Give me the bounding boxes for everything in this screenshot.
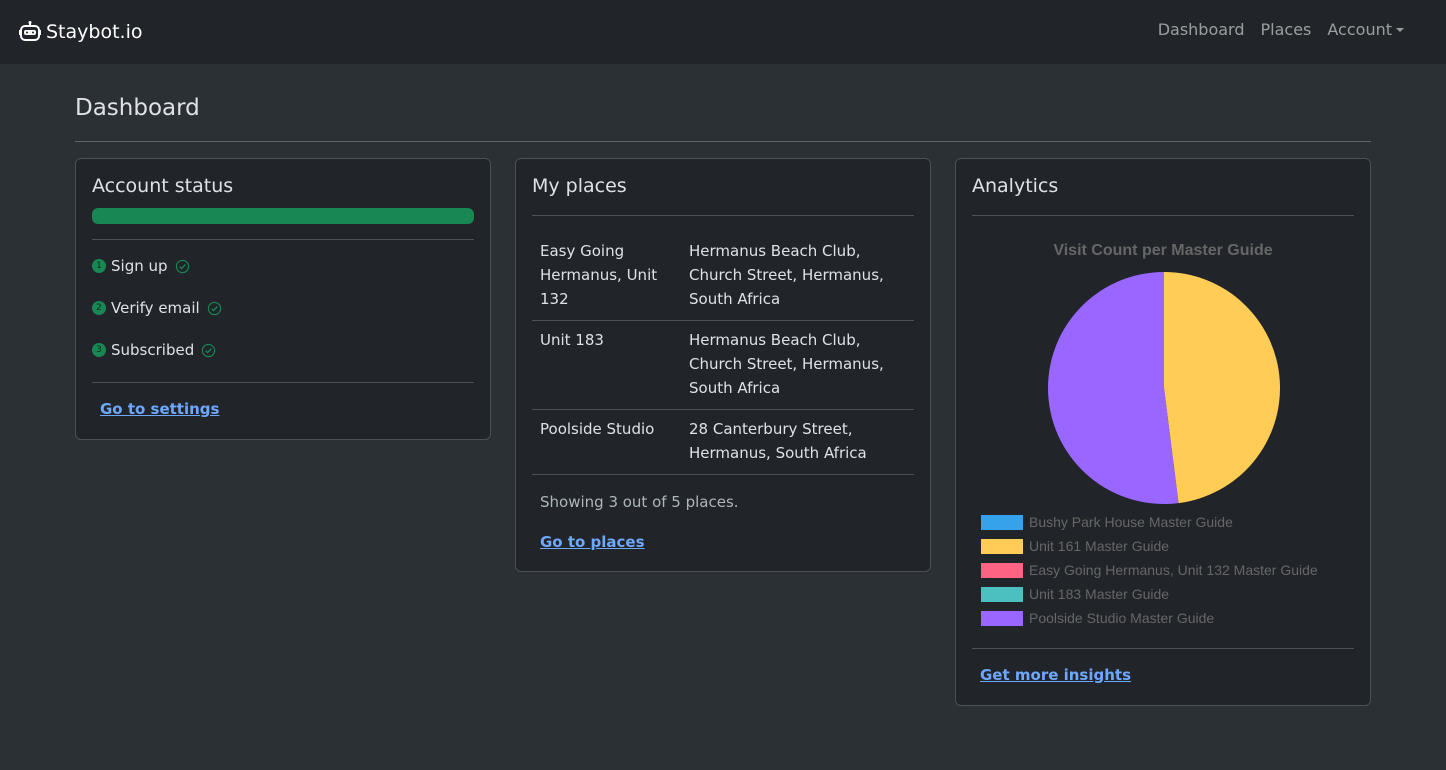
divider xyxy=(972,648,1354,649)
title-divider xyxy=(75,141,1371,142)
legend-item[interactable]: Easy Going Hermanus, Unit 132 Master Gui… xyxy=(981,558,1318,582)
divider xyxy=(92,382,474,383)
check-circle-icon xyxy=(202,343,216,357)
legend-swatch xyxy=(981,562,1023,578)
account-status-card: Account status 1 Sign up 2 Verify email … xyxy=(75,158,491,440)
robot-icon xyxy=(19,21,41,41)
step-number: 1 xyxy=(92,259,106,273)
divider xyxy=(532,215,914,216)
step-number: 3 xyxy=(92,343,106,357)
place-address: Hermanus Beach Club, Church Street, Herm… xyxy=(689,331,884,397)
legend-label: Unit 183 Master Guide xyxy=(1029,586,1170,602)
go-to-settings-link[interactable]: Go to settings xyxy=(100,400,219,418)
place-name: Poolside Studio xyxy=(540,420,655,438)
step-label: Verify email xyxy=(111,299,200,317)
nav-links: Dashboard Places Account xyxy=(1158,20,1404,39)
row-divider xyxy=(532,320,914,321)
place-name: Easy Going Hermanus, Unit 132 xyxy=(540,242,658,308)
legend-swatch xyxy=(981,514,1023,530)
legend-item[interactable]: Unit 161 Master Guide xyxy=(981,534,1318,558)
step-label: Subscribed xyxy=(111,341,195,359)
legend-swatch xyxy=(981,586,1023,602)
my-places-card: My places Easy Going Hermanus, Unit 132 … xyxy=(515,158,931,572)
table-row[interactable]: Unit 183 Hermanus Beach Club, Church Str… xyxy=(532,328,914,400)
place-address: Hermanus Beach Club, Church Street, Herm… xyxy=(689,242,884,308)
brand-link[interactable]: Staybot.io xyxy=(18,18,142,46)
legend-label: Poolside Studio Master Guide xyxy=(1029,610,1215,626)
table-row[interactable]: Poolside Studio 28 Canterbury Street, He… xyxy=(532,417,914,465)
legend-item[interactable]: Poolside Studio Master Guide xyxy=(981,606,1318,630)
analytics-card: Analytics Visit Count per Master Guide B… xyxy=(955,158,1371,706)
legend-label: Bushy Park House Master Guide xyxy=(1029,514,1233,530)
divider xyxy=(972,215,1354,216)
legend-item[interactable]: Unit 183 Master Guide xyxy=(981,582,1318,606)
analytics-title: Analytics xyxy=(972,175,1059,197)
pie-chart xyxy=(1048,272,1280,504)
nav-account-label: Account xyxy=(1327,20,1392,39)
caret-down-icon xyxy=(1396,28,1404,32)
account-progress-bar xyxy=(92,208,474,224)
place-name: Unit 183 xyxy=(540,331,604,349)
check-circle-icon xyxy=(207,301,221,315)
step-number: 2 xyxy=(92,301,106,315)
legend-label: Unit 161 Master Guide xyxy=(1029,538,1170,554)
nav-places[interactable]: Places xyxy=(1261,20,1312,39)
page-title: Dashboard xyxy=(75,95,200,121)
get-more-insights-link[interactable]: Get more insights xyxy=(980,666,1131,684)
step-subscribed: 3 Subscribed xyxy=(92,341,216,359)
row-divider xyxy=(532,474,914,475)
legend-swatch xyxy=(981,538,1023,554)
divider xyxy=(92,239,474,240)
nav-dashboard[interactable]: Dashboard xyxy=(1158,20,1245,39)
account-progress xyxy=(92,208,474,224)
legend-swatch xyxy=(981,610,1023,626)
place-address: 28 Canterbury Street, Hermanus, South Af… xyxy=(689,420,867,462)
chart-title: Visit Count per Master Guide xyxy=(1053,242,1273,259)
step-label: Sign up xyxy=(111,257,168,275)
pie-slice-2[interactable] xyxy=(1164,272,1280,504)
go-to-places-link[interactable]: Go to places xyxy=(540,533,645,551)
nav-account-dropdown[interactable]: Account xyxy=(1327,20,1404,39)
brand-name: Staybot.io xyxy=(46,21,143,43)
legend-item[interactable]: Bushy Park House Master Guide xyxy=(981,510,1318,534)
account-status-title: Account status xyxy=(92,175,234,197)
check-circle-icon xyxy=(175,259,189,273)
chart-legend: Bushy Park House Master Guide Unit 161 Ma… xyxy=(981,510,1318,630)
my-places-title: My places xyxy=(532,175,627,197)
legend-label: Easy Going Hermanus, Unit 132 Master Gui… xyxy=(1029,562,1318,578)
table-row[interactable]: Easy Going Hermanus, Unit 132 Hermanus B… xyxy=(532,239,914,311)
top-navbar: Staybot.io Dashboard Places Account xyxy=(0,0,1446,64)
row-divider xyxy=(532,409,914,410)
places-summary: Showing 3 out of 5 places. xyxy=(540,493,739,511)
step-verify-email: 2 Verify email xyxy=(92,299,222,317)
step-sign-up: 1 Sign up xyxy=(92,257,190,275)
pie-slice-5[interactable] xyxy=(1048,272,1179,504)
